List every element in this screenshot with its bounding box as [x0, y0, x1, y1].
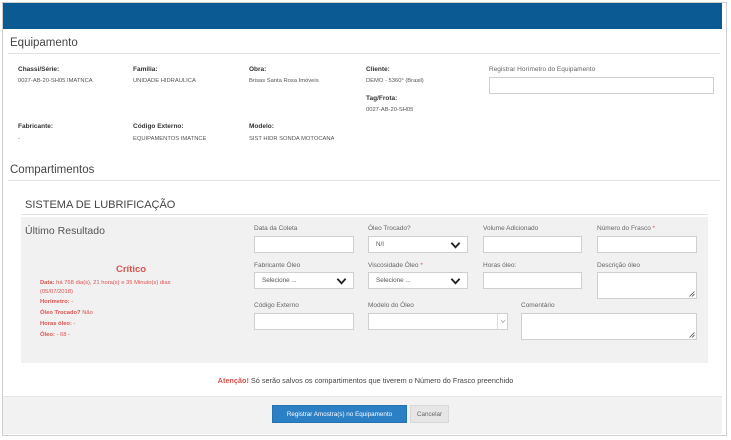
viscosidade-placeholder: Selecione ...	[376, 277, 411, 284]
volume-label: Volume Adicionado	[483, 225, 539, 232]
viscosidade-label: Viscosidade Óleo *	[368, 262, 423, 269]
chevron-down-icon	[336, 278, 347, 285]
divider	[21, 214, 708, 215]
resultado-oleo: Óleo: - 68 -	[40, 332, 70, 338]
descricao-oleo-label: Descrição óleo	[597, 262, 640, 269]
modelo-label: Modelo:	[249, 123, 274, 130]
ultimo-resultado-title: Último Resultado	[25, 225, 105, 237]
codigo-externo-input[interactable]	[254, 313, 354, 330]
resultado-oleo-trocado: Óleo Trocado? Não	[40, 310, 93, 316]
cancel-button[interactable]: Cancelar	[410, 405, 449, 423]
data-coleta-input[interactable]	[254, 236, 354, 253]
resultado-horas-oleo: Horas óleo: -	[40, 321, 76, 327]
section-title-compartimentos: Compartimentos	[10, 164, 95, 176]
horas-oleo-label: Horas óleo:	[483, 262, 517, 269]
modelo-oleo-label: Modelo do Óleo	[368, 302, 414, 309]
fabricante-oleo-placeholder: Selecione ...	[262, 277, 297, 284]
top-bar	[3, 3, 722, 29]
codigo-externo-value: EQUIPAMENTOS IMATNCE	[133, 136, 207, 142]
familia-value: UNIDADE HIDRÁULICA	[133, 78, 196, 84]
section-title-equipamento: Equipamento	[10, 37, 78, 49]
descricao-oleo-textarea[interactable]	[597, 272, 697, 299]
familia-label: Família:	[133, 66, 158, 73]
codigo-externo-oleo-label: Código Externo	[254, 302, 299, 309]
resultado-horimetro: Horímetro: -	[40, 299, 74, 305]
tag-label: Tag/Frota:	[366, 95, 398, 102]
fabricante-oleo-label: Fabricante Óleo	[254, 262, 301, 269]
volume-input[interactable]	[483, 236, 582, 253]
resultado-data: Data: há 768 dia(s), 21 hora(s) e 35 Min…	[40, 280, 171, 286]
data-coleta-label: Data da Coleta	[254, 225, 298, 232]
cliente-value: DEMO - 5360° (Brasil)	[366, 78, 424, 84]
modelo-oleo-select[interactable]	[368, 313, 508, 330]
oleo-trocado-label: Óleo Trocado?	[368, 225, 411, 232]
oleo-trocado-value: N/I	[376, 241, 385, 248]
fabricante-label: Fabricante:	[18, 123, 54, 130]
horimetro-label: Registrar Horímetro do Equipamento	[489, 66, 596, 73]
comentario-textarea[interactable]	[521, 313, 697, 340]
oleo-trocado-select[interactable]: N/I	[368, 236, 468, 253]
chevron-down-icon	[450, 278, 461, 285]
obra-label: Obra:	[249, 66, 267, 73]
fabricante-oleo-select[interactable]: Selecione ...	[254, 272, 354, 289]
resize-grip-icon[interactable]	[689, 291, 695, 297]
register-sample-button[interactable]: Registrar Amostra(s) no Equipamento	[272, 405, 407, 423]
chassi-value: 0027-AB-20-SH05 IMATNCA	[18, 78, 93, 84]
numero-frasco-input[interactable]	[597, 236, 697, 253]
numero-frasco-label: Número do Frasco *	[597, 225, 656, 232]
viscosidade-select[interactable]: Selecione ...	[368, 272, 468, 289]
obra-value: Brisas Santa Rosa Imóveis	[249, 78, 319, 84]
horimetro-input[interactable]	[489, 77, 714, 94]
warning-message: Atenção! Só serão salvos os compartiment…	[217, 376, 514, 385]
divider	[8, 53, 720, 54]
chassi-label: Chassi/Série:	[18, 66, 60, 73]
resize-grip-icon[interactable]	[689, 332, 695, 338]
codigo-externo-label: Código Externo:	[133, 123, 184, 130]
divider	[8, 180, 720, 181]
resultado-data-date: (05/07/2018)	[40, 289, 73, 295]
cliente-label: Cliente:	[366, 66, 390, 73]
chevron-down-icon	[450, 242, 461, 249]
sistema-title: SISTEMA DE LUBRIFICAÇÃO	[25, 199, 176, 211]
tag-value: 0027-AB-20-SH05	[366, 107, 414, 113]
modelo-value: SIST HIDR SONDA MOTOCANA	[249, 136, 335, 142]
fabricante-value: -	[18, 136, 20, 142]
chevron-down-icon	[497, 314, 507, 329]
horas-oleo-input[interactable]	[483, 272, 582, 289]
comentario-label: Comentário	[521, 302, 555, 309]
status-critico: Crítico	[116, 264, 147, 275]
